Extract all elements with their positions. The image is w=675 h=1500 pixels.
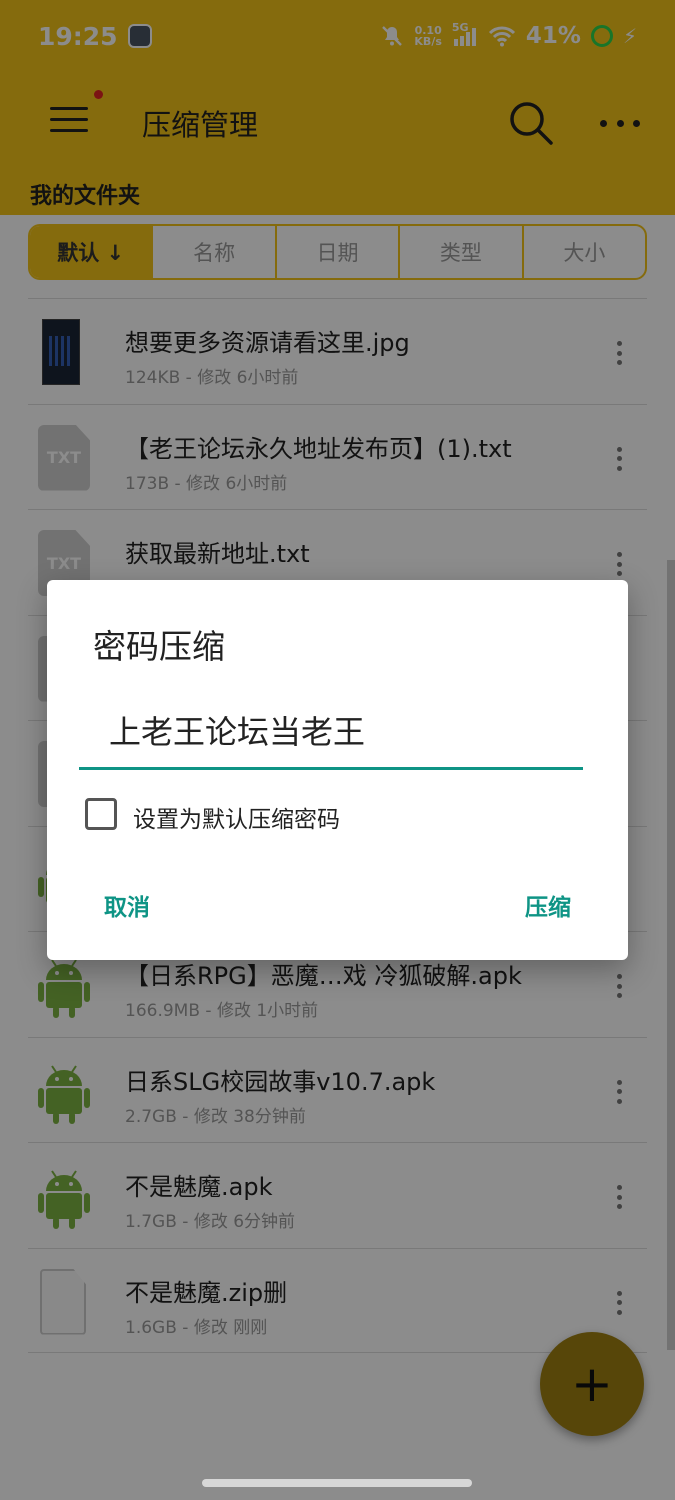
default-password-checkbox[interactable] bbox=[85, 798, 117, 830]
default-password-label[interactable]: 设置为默认压缩密码 bbox=[133, 800, 340, 834]
dialog-title: 密码压缩 bbox=[93, 627, 225, 666]
password-compress-dialog: 密码压缩 设置为默认压缩密码 取消 压缩 bbox=[47, 580, 628, 960]
password-input[interactable] bbox=[79, 692, 583, 770]
home-indicator[interactable] bbox=[202, 1479, 472, 1487]
cancel-button[interactable]: 取消 bbox=[104, 888, 150, 922]
compress-button[interactable]: 压缩 bbox=[525, 888, 571, 922]
